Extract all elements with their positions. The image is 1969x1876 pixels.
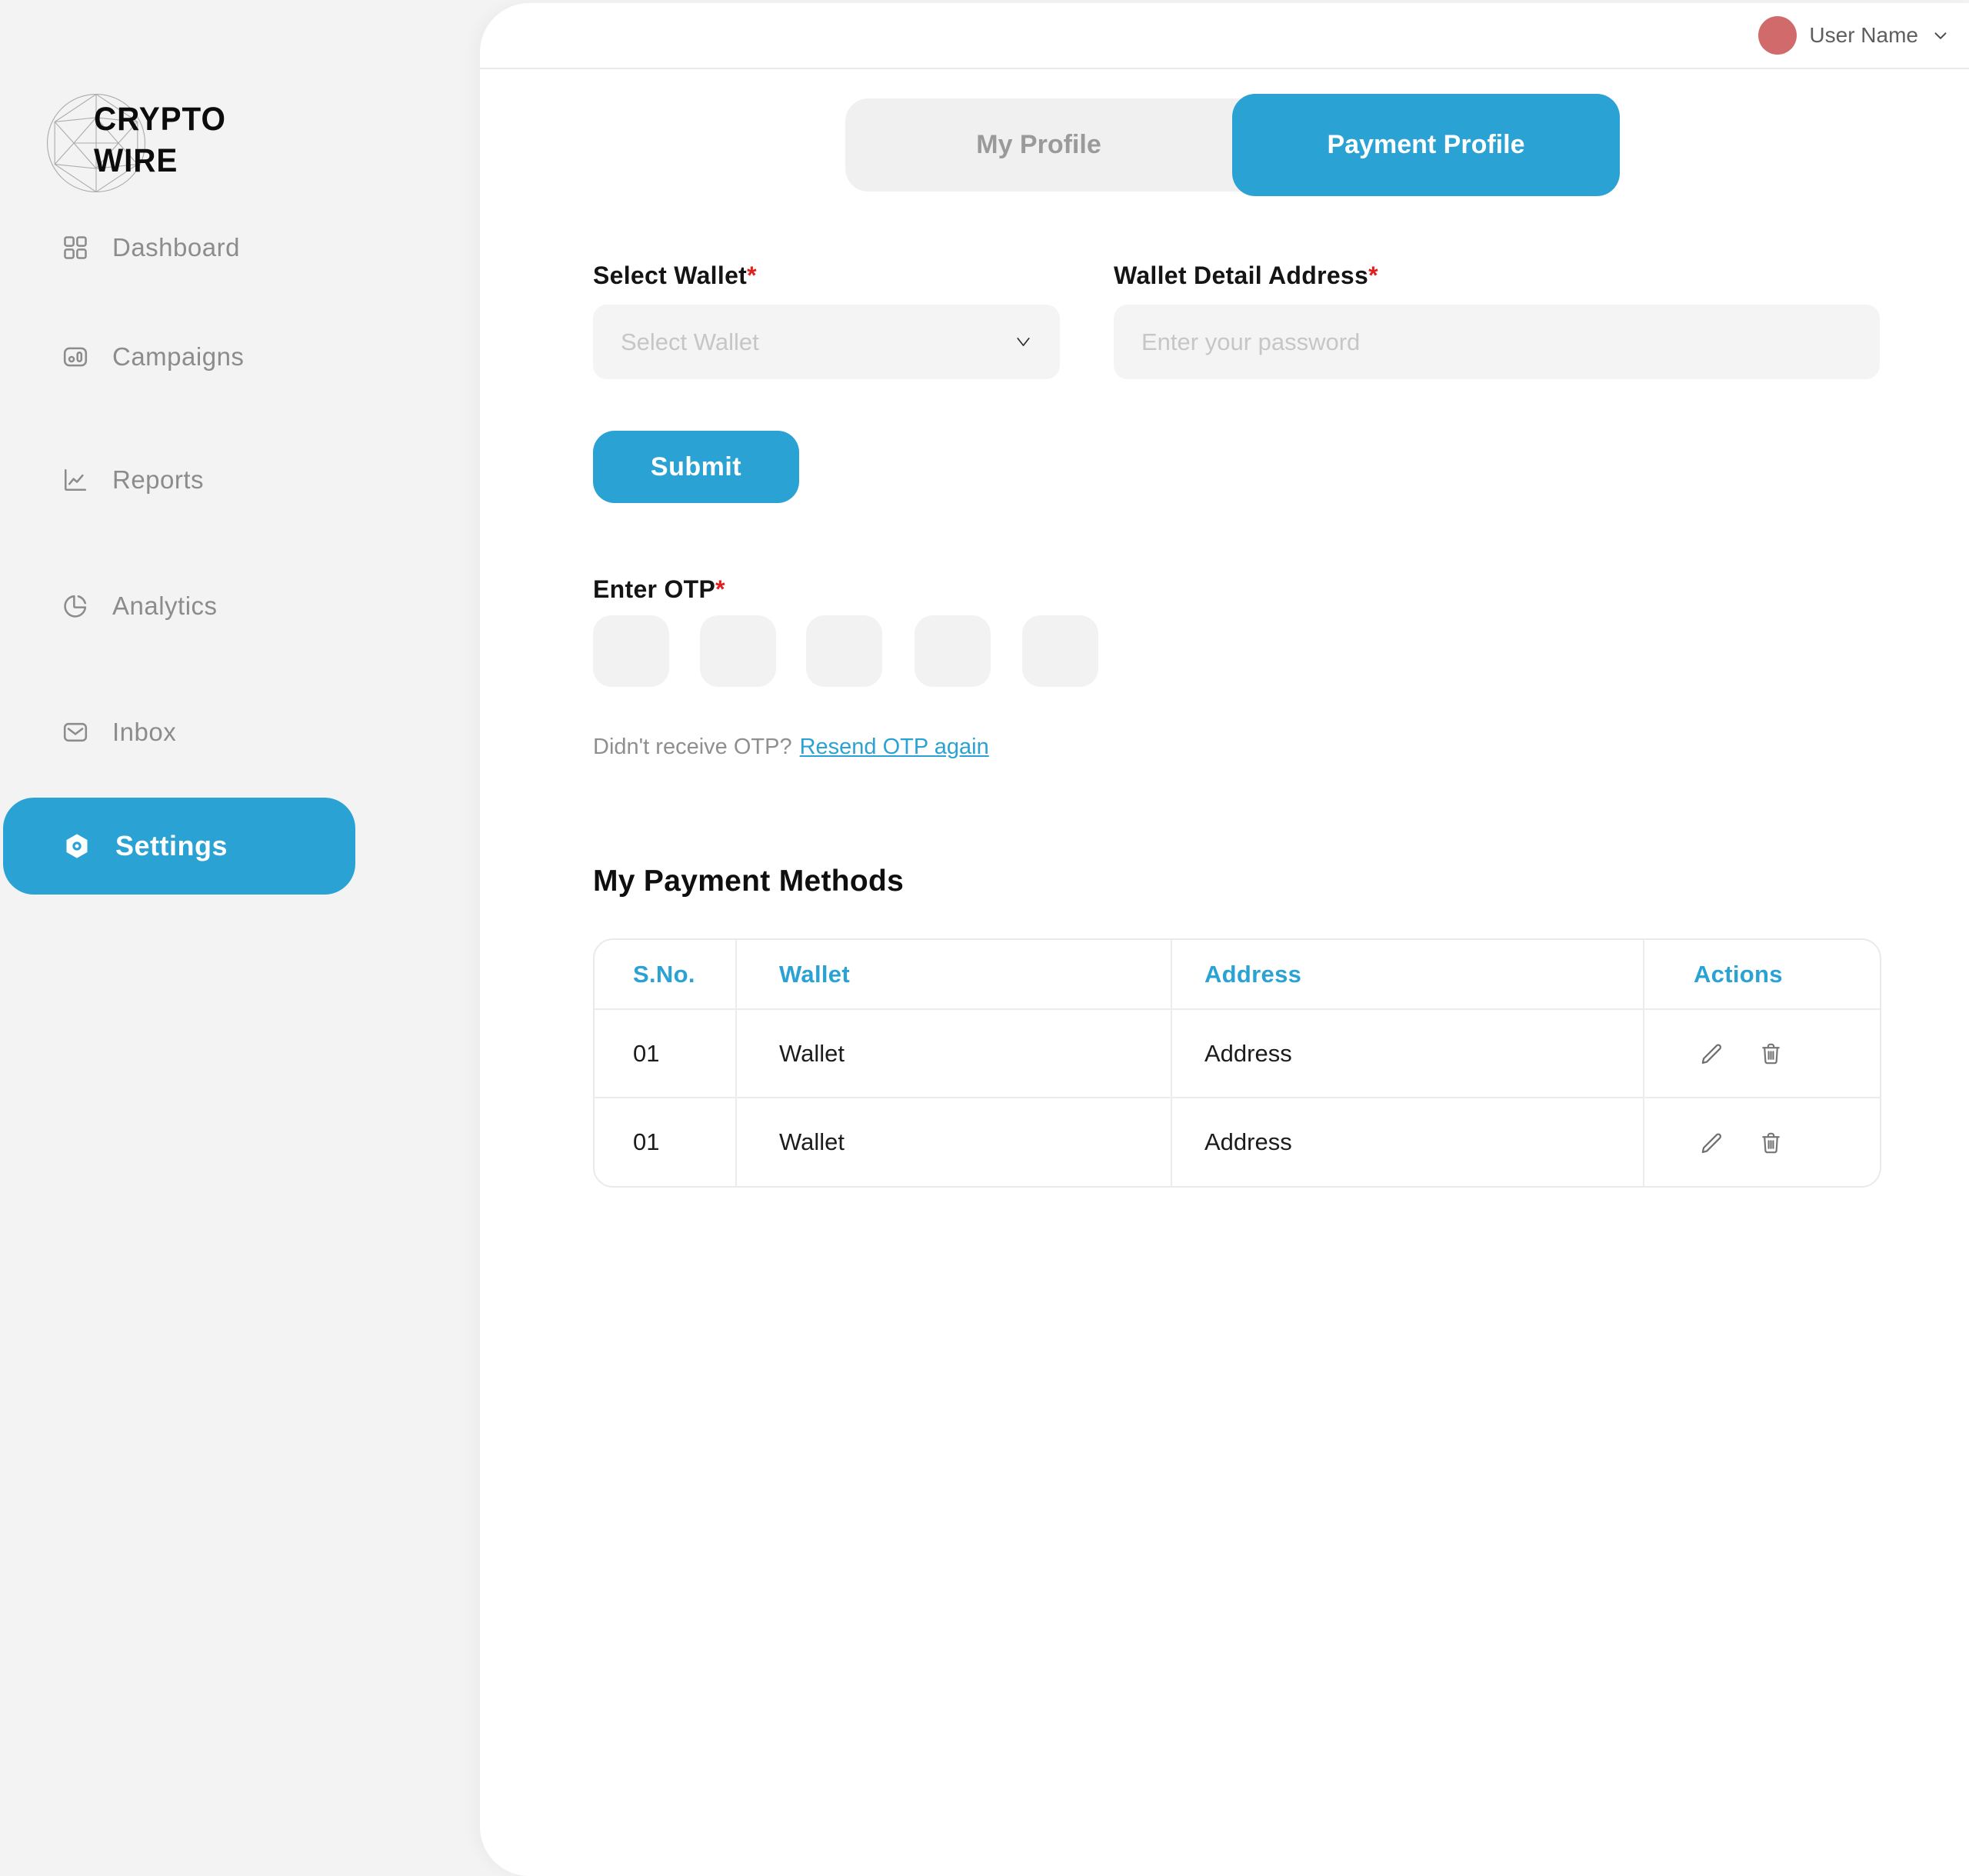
sidebar-item-label: Campaigns [112, 342, 244, 372]
otp-hint: Didn't receive OTP? Resend OTP again [593, 735, 989, 760]
pencil-icon [1698, 1129, 1725, 1156]
sidebar-item-label: Dashboard [112, 233, 240, 262]
select-wallet-dropdown[interactable]: Select Wallet [593, 305, 1060, 379]
settings-icon [62, 831, 92, 861]
delete-button[interactable] [1757, 1129, 1784, 1156]
otp-input-2[interactable] [700, 615, 776, 687]
sidebar-item-label: Settings [115, 830, 228, 862]
otp-input-5[interactable] [1022, 615, 1098, 687]
delete-button[interactable] [1757, 1040, 1784, 1067]
main-panel: User Name My Profile Payment Profile Sel… [480, 3, 1969, 1876]
reports-icon [62, 466, 89, 494]
select-wallet-label: Select Wallet* [593, 262, 757, 290]
column-header-wallet: Wallet [736, 940, 1171, 1009]
cell-sno: 01 [595, 1009, 736, 1098]
tab-payment-profile[interactable]: Payment Profile [1232, 94, 1620, 196]
top-bar: User Name [480, 3, 1969, 69]
pencil-icon [1698, 1040, 1725, 1067]
otp-input-4[interactable] [915, 615, 991, 687]
avatar [1758, 16, 1797, 55]
sidebar-item-label: Inbox [112, 718, 176, 747]
cell-wallet: Wallet [736, 1098, 1171, 1186]
sidebar-item-reports[interactable]: Reports [0, 445, 480, 515]
cell-address: Address [1171, 1009, 1644, 1098]
wallet-address-input[interactable] [1114, 305, 1880, 379]
otp-hint-text: Didn't receive OTP? [593, 735, 792, 759]
column-header-sno: S.No. [595, 940, 736, 1009]
edit-button[interactable] [1698, 1040, 1725, 1067]
required-asterisk: * [747, 262, 757, 289]
sidebar-item-label: Analytics [112, 591, 218, 621]
trash-icon [1757, 1040, 1784, 1067]
row-actions [1644, 1129, 1880, 1156]
column-header-actions: Actions [1644, 940, 1880, 1009]
table-row: 01 Wallet Address [595, 1098, 1880, 1186]
dashboard-icon [62, 234, 89, 262]
user-name: User Name [1809, 23, 1918, 48]
payment-methods-table: S.No. Wallet Address Actions 01 Wallet A… [593, 938, 1881, 1188]
sidebar-item-settings[interactable]: Settings [3, 798, 355, 895]
column-header-address: Address [1171, 940, 1644, 1009]
table-row: 01 Wallet Address [595, 1009, 1880, 1098]
campaigns-icon [62, 343, 89, 371]
profile-tabs: My Profile Payment Profile [845, 98, 1620, 192]
chevron-down-icon [1931, 25, 1951, 45]
enter-otp-label: Enter OTP* [593, 575, 725, 604]
edit-button[interactable] [1698, 1129, 1725, 1156]
otp-input-1[interactable] [593, 615, 669, 687]
wallet-address-label: Wallet Detail Address* [1114, 262, 1378, 290]
brand-logo: CRYPTO WIRE [43, 86, 297, 202]
chevron-down-icon [1013, 332, 1034, 352]
sidebar-item-campaigns[interactable]: Campaigns [0, 322, 480, 392]
tab-my-profile[interactable]: My Profile [845, 98, 1232, 192]
sidebar-item-analytics[interactable]: Analytics [0, 571, 480, 641]
analytics-icon [62, 592, 89, 620]
cell-wallet: Wallet [736, 1009, 1171, 1098]
sidebar: CRYPTO WIRE Dashboard Campaigns [0, 0, 480, 1876]
otp-input-3[interactable] [806, 615, 882, 687]
payment-methods-title: My Payment Methods [593, 865, 904, 898]
required-asterisk: * [1368, 262, 1378, 289]
select-wallet-placeholder: Select Wallet [621, 328, 1013, 356]
cell-address: Address [1171, 1098, 1644, 1186]
inbox-icon [62, 718, 89, 746]
brand-name: CRYPTO WIRE [94, 98, 226, 182]
row-actions [1644, 1040, 1880, 1067]
required-asterisk: * [715, 575, 725, 603]
sidebar-item-inbox[interactable]: Inbox [0, 697, 480, 768]
user-menu[interactable]: User Name [1758, 15, 1951, 55]
trash-icon [1757, 1129, 1784, 1156]
submit-button[interactable]: Submit [593, 431, 799, 503]
sidebar-item-dashboard[interactable]: Dashboard [0, 212, 480, 283]
sidebar-item-label: Reports [112, 465, 204, 495]
cell-sno: 01 [595, 1098, 736, 1186]
resend-otp-link[interactable]: Resend OTP again [800, 735, 989, 759]
table-header-row: S.No. Wallet Address Actions [595, 940, 1880, 1009]
